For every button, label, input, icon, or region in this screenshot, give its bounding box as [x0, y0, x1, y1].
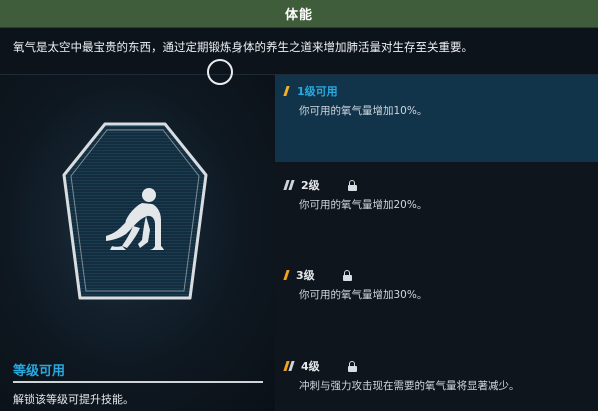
- divider: [13, 381, 263, 383]
- level-name: 4级: [301, 360, 320, 373]
- level-row-3[interactable]: 3级 你可用的氧气量增加30%。: [275, 259, 598, 344]
- level-description: 冲刺与强力攻击现在需要的氧气量将显著减少。: [299, 380, 520, 392]
- level-name: 1级可用: [297, 85, 338, 98]
- lock-icon: [342, 269, 352, 281]
- level-name: 3级: [296, 269, 315, 282]
- title-bar: 体能: [0, 0, 598, 28]
- level-description: 你可用的氧气量增加10%。: [299, 105, 428, 117]
- level-description: 你可用的氧气量增加20%。: [299, 199, 428, 211]
- page-title: 体能: [284, 8, 313, 23]
- level-available-hint: 解锁该等级可提升技能。: [13, 393, 134, 406]
- level-row-4[interactable]: 4级 冲刺与强力攻击现在需要的氧气量将显著减少。: [275, 350, 598, 411]
- skill-description: 氧气是太空中最宝贵的东西，通过定期锻炼身体的养生之道来增加肺活量对生存至关重要。: [13, 40, 473, 54]
- level-row-1[interactable]: 1级可用 你可用的氧气量增加10%。: [275, 75, 598, 162]
- lock-icon: [347, 179, 357, 191]
- level-tick: [288, 361, 295, 371]
- skill-description-bar: 氧气是太空中最宝贵的东西，通过定期锻炼身体的养生之道来增加肺活量对生存至关重要。: [0, 28, 598, 75]
- level-tick: [288, 180, 295, 190]
- level-description: 你可用的氧气量增加30%。: [299, 289, 428, 301]
- fitness-runner-icon: [62, 122, 208, 300]
- level-tick: [283, 270, 290, 280]
- cursor-ring[interactable]: [207, 59, 233, 85]
- level-row-2[interactable]: 2级 你可用的氧气量增加20%。: [275, 169, 598, 254]
- level-name: 2级: [301, 179, 320, 192]
- lock-icon: [347, 360, 357, 372]
- level-available-heading: 等级可用: [13, 364, 66, 379]
